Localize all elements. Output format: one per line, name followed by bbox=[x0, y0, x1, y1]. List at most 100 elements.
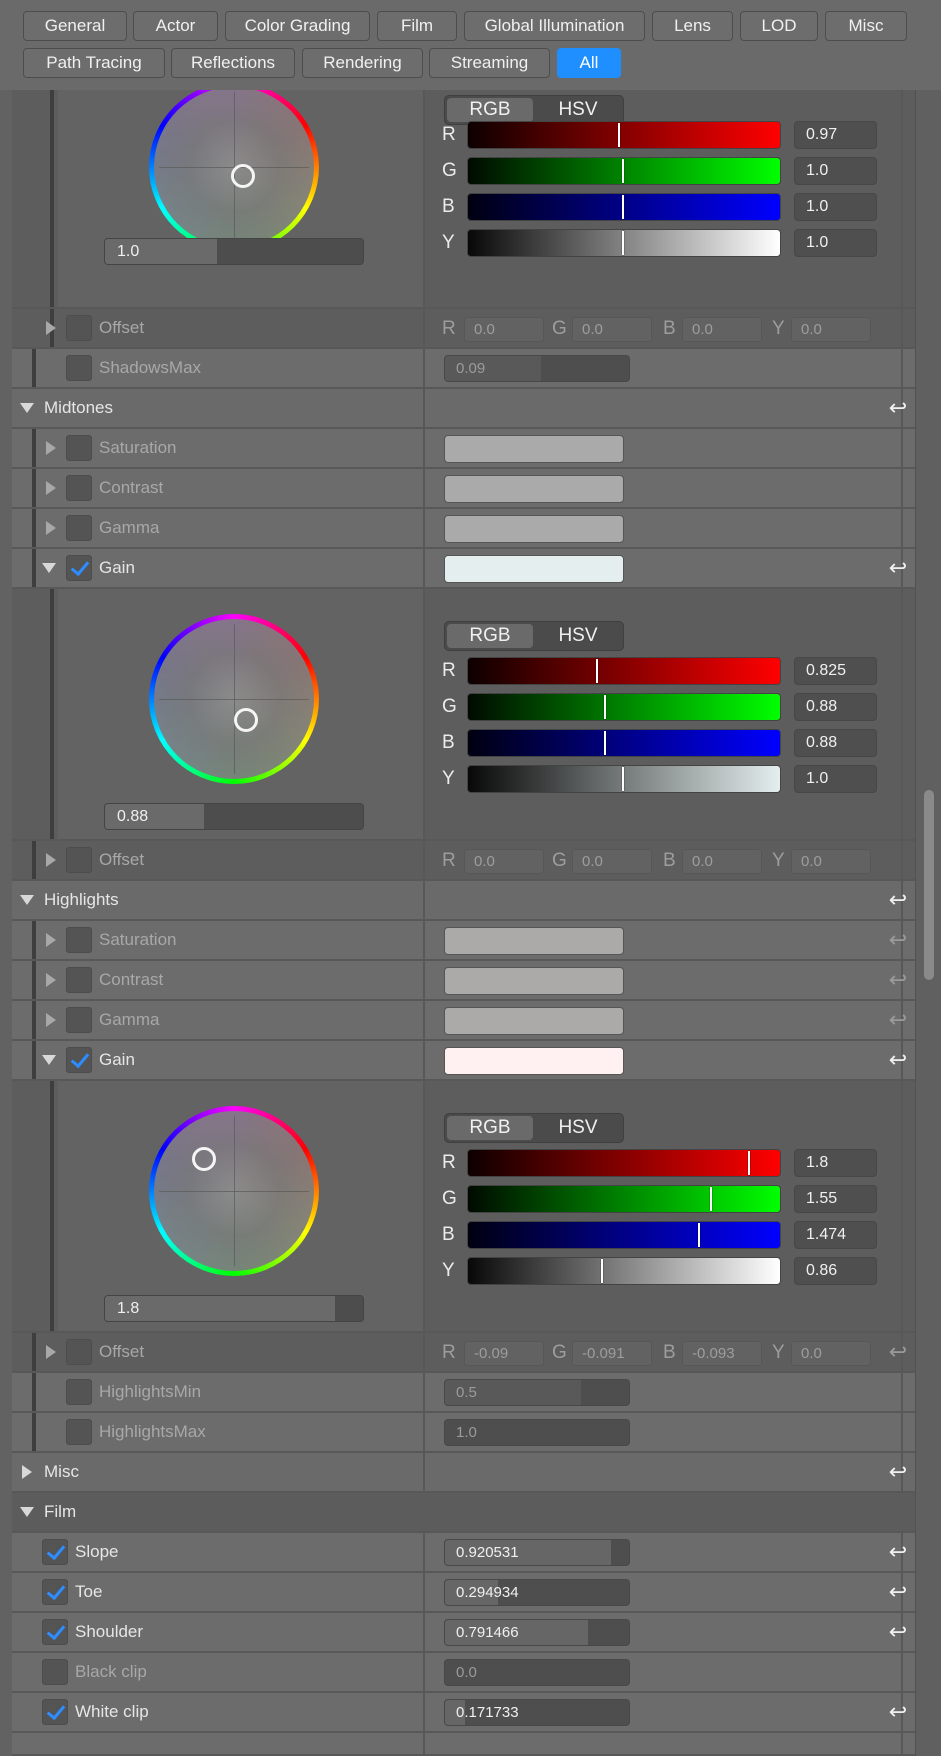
color-swatch[interactable] bbox=[444, 475, 624, 503]
collapse-arrow-icon[interactable] bbox=[42, 563, 56, 573]
misc-section-header[interactable]: Misc ↩ bbox=[12, 1453, 915, 1493]
offset-g-field[interactable]: 0.0 bbox=[572, 317, 652, 342]
color-swatch[interactable] bbox=[444, 1047, 624, 1075]
film-shoulder-field[interactable]: 0.791466 bbox=[444, 1619, 630, 1646]
channel-r-value[interactable]: 0.825 bbox=[794, 657, 877, 685]
expand-arrow-icon[interactable] bbox=[22, 1465, 32, 1479]
channel-y-value[interactable]: 0.86 bbox=[794, 1257, 877, 1285]
override-checkbox[interactable] bbox=[66, 315, 92, 341]
highlights-section-header[interactable]: Highlights ↩ bbox=[12, 881, 915, 921]
reset-icon[interactable]: ↩ bbox=[880, 1333, 915, 1371]
reset-icon[interactable]: ↩ bbox=[880, 1001, 915, 1039]
shadows-max-field[interactable]: 0.09 bbox=[444, 355, 630, 382]
mode-hsv-button[interactable]: HSV bbox=[535, 624, 621, 648]
override-checkbox[interactable] bbox=[66, 1339, 92, 1365]
expand-arrow-icon[interactable] bbox=[46, 933, 56, 947]
tab-film[interactable]: Film bbox=[377, 11, 457, 41]
override-checkbox[interactable] bbox=[66, 475, 92, 501]
offset-y-field[interactable]: 0.0 bbox=[791, 1341, 871, 1366]
value-slider[interactable]: 1.8 bbox=[104, 1295, 364, 1322]
film-section-header[interactable]: Film bbox=[12, 1493, 915, 1533]
override-checkbox[interactable] bbox=[66, 1379, 92, 1405]
highlights-max-field[interactable]: 1.0 bbox=[444, 1419, 630, 1446]
color-wheel[interactable] bbox=[149, 1106, 319, 1276]
offset-r-field[interactable]: -0.09 bbox=[464, 1341, 544, 1366]
vertical-scrollbar[interactable] bbox=[915, 90, 941, 1756]
channel-r-slider[interactable] bbox=[467, 657, 781, 685]
override-checkbox[interactable] bbox=[66, 355, 92, 381]
tab-reflections[interactable]: Reflections bbox=[171, 48, 295, 78]
tab-streaming[interactable]: Streaming bbox=[429, 48, 550, 78]
offset-b-field[interactable]: 0.0 bbox=[682, 317, 762, 342]
override-checkbox[interactable] bbox=[42, 1699, 68, 1725]
override-checkbox[interactable] bbox=[66, 515, 92, 541]
mode-hsv-button[interactable]: HSV bbox=[535, 98, 621, 122]
color-wheel-handle[interactable] bbox=[231, 164, 255, 188]
expand-arrow-icon[interactable] bbox=[46, 1013, 56, 1027]
override-checkbox[interactable] bbox=[42, 1579, 68, 1605]
reset-icon[interactable]: ↩ bbox=[880, 1693, 915, 1731]
channel-y-value[interactable]: 1.0 bbox=[794, 765, 877, 793]
channel-y-slider[interactable] bbox=[467, 765, 781, 793]
reset-icon[interactable]: ↩ bbox=[880, 881, 915, 919]
expand-arrow-icon[interactable] bbox=[46, 973, 56, 987]
expand-arrow-icon[interactable] bbox=[46, 853, 56, 867]
tab-lens[interactable]: Lens bbox=[652, 11, 733, 41]
midtones-section-header[interactable]: Midtones ↩ bbox=[12, 389, 915, 429]
override-checkbox[interactable] bbox=[66, 435, 92, 461]
reset-icon[interactable]: ↩ bbox=[880, 1533, 915, 1571]
collapse-arrow-icon[interactable] bbox=[20, 895, 34, 905]
reset-icon[interactable]: ↩ bbox=[880, 961, 915, 999]
value-slider[interactable]: 0.88 bbox=[104, 803, 364, 830]
film-slope-field[interactable]: 0.920531 bbox=[444, 1539, 630, 1566]
override-checkbox[interactable] bbox=[66, 1047, 92, 1073]
override-checkbox[interactable] bbox=[66, 967, 92, 993]
offset-r-field[interactable]: 0.0 bbox=[464, 317, 544, 342]
collapse-arrow-icon[interactable] bbox=[20, 1507, 34, 1517]
channel-g-value[interactable]: 1.0 bbox=[794, 157, 877, 185]
override-checkbox[interactable] bbox=[66, 927, 92, 953]
override-checkbox[interactable] bbox=[66, 1419, 92, 1445]
channel-y-slider[interactable] bbox=[467, 229, 781, 257]
expand-arrow-icon[interactable] bbox=[46, 321, 56, 335]
channel-b-slider[interactable] bbox=[467, 193, 781, 221]
offset-b-field[interactable]: -0.093 bbox=[682, 1341, 762, 1366]
tab-all[interactable]: All bbox=[557, 48, 621, 78]
color-swatch[interactable] bbox=[444, 555, 624, 583]
film-toe-field[interactable]: 0.294934 bbox=[444, 1579, 630, 1606]
override-checkbox[interactable] bbox=[66, 555, 92, 581]
highlights-min-field[interactable]: 0.5 bbox=[444, 1379, 630, 1406]
reset-icon[interactable]: ↩ bbox=[880, 549, 915, 587]
film-black-clip-field[interactable]: 0.0 bbox=[444, 1659, 630, 1686]
expand-arrow-icon[interactable] bbox=[46, 441, 56, 455]
collapse-arrow-icon[interactable] bbox=[42, 1055, 56, 1065]
expand-arrow-icon[interactable] bbox=[46, 521, 56, 535]
reset-icon[interactable]: ↩ bbox=[880, 1453, 915, 1491]
color-wheel[interactable] bbox=[149, 90, 319, 252]
mode-rgb-button[interactable]: RGB bbox=[447, 624, 533, 648]
channel-g-slider[interactable] bbox=[467, 693, 781, 721]
channel-g-slider[interactable] bbox=[467, 1185, 781, 1213]
offset-y-field[interactable]: 0.0 bbox=[791, 849, 871, 874]
offset-g-field[interactable]: -0.091 bbox=[572, 1341, 652, 1366]
offset-y-field[interactable]: 0.0 bbox=[791, 317, 871, 342]
reset-icon[interactable]: ↩ bbox=[880, 921, 915, 959]
offset-r-field[interactable]: 0.0 bbox=[464, 849, 544, 874]
channel-g-value[interactable]: 1.55 bbox=[794, 1185, 877, 1213]
channel-b-value[interactable]: 1.0 bbox=[794, 193, 877, 221]
channel-g-slider[interactable] bbox=[467, 157, 781, 185]
tab-misc[interactable]: Misc bbox=[825, 11, 907, 41]
offset-g-field[interactable]: 0.0 bbox=[572, 849, 652, 874]
channel-g-value[interactable]: 0.88 bbox=[794, 693, 877, 721]
channel-r-slider[interactable] bbox=[467, 121, 781, 149]
color-wheel-handle[interactable] bbox=[234, 708, 258, 732]
channel-b-slider[interactable] bbox=[467, 1221, 781, 1249]
channel-b-value[interactable]: 0.88 bbox=[794, 729, 877, 757]
offset-b-field[interactable]: 0.0 bbox=[682, 849, 762, 874]
override-checkbox[interactable] bbox=[42, 1659, 68, 1685]
channel-b-slider[interactable] bbox=[467, 729, 781, 757]
mode-rgb-button[interactable]: RGB bbox=[447, 1116, 533, 1140]
mode-rgb-button[interactable]: RGB bbox=[447, 98, 533, 122]
color-wheel[interactable] bbox=[149, 614, 319, 784]
reset-icon[interactable]: ↩ bbox=[880, 1573, 915, 1611]
